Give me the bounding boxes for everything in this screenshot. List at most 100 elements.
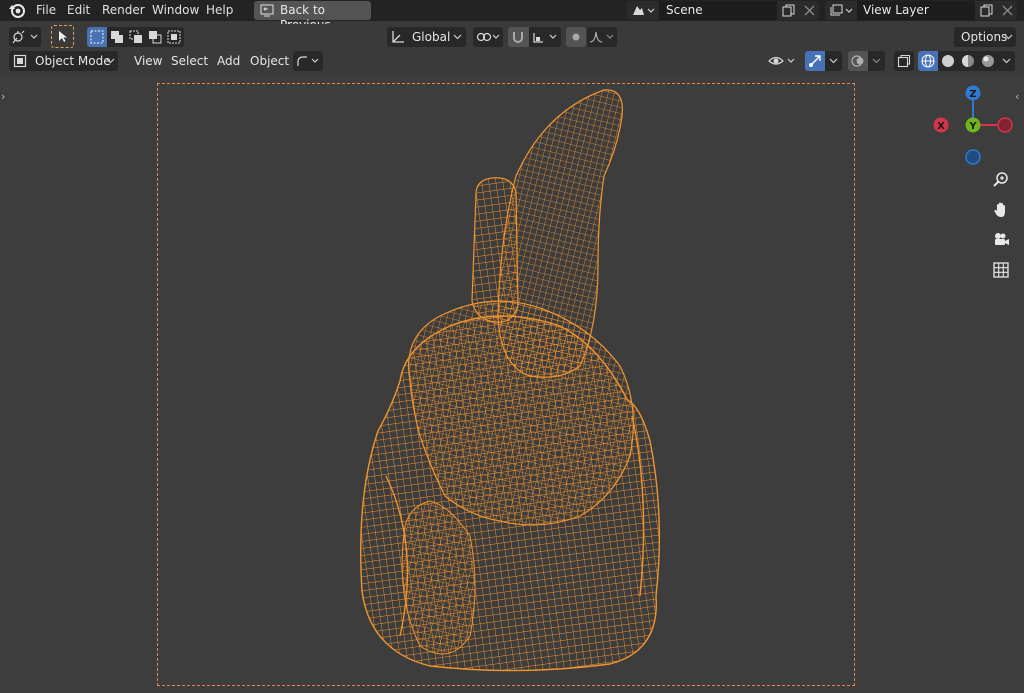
view-menu-label: View (134, 54, 163, 68)
xray-toggle[interactable] (894, 51, 914, 71)
select-mode-new-button[interactable] (87, 27, 107, 47)
toggle-perspective-button[interactable] (988, 257, 1014, 283)
transform-orientation-dropdown[interactable]: Global (387, 27, 466, 47)
visibility-dropdown[interactable] (766, 51, 799, 71)
navigation-gizmo[interactable]: Z X Y (928, 84, 1018, 166)
transform-orientation-icon (392, 31, 404, 43)
shading-wireframe-button[interactable] (918, 51, 938, 71)
snap-target-icon (533, 33, 557, 43)
close-icon (804, 5, 815, 16)
rendered-shading-icon (982, 55, 994, 67)
menu-render[interactable]: Render (102, 3, 145, 18)
options-label: Options (961, 30, 1008, 44)
select-mode-invert-button[interactable] (146, 27, 164, 47)
zoom-button[interactable] (988, 167, 1014, 193)
shading-rendered-button[interactable] (978, 51, 998, 71)
top-menu-bar: File Edit Render Window Help Back to Pre… (0, 0, 1024, 32)
snap-target-dropdown[interactable] (529, 27, 561, 47)
3d-viewport[interactable]: › ‹ Z X Y (0, 76, 1024, 693)
close-icon (1002, 5, 1013, 16)
object-mode-icon (13, 54, 27, 68)
scene-selector-button[interactable] (627, 1, 659, 20)
view-layer-selector-button[interactable] (825, 1, 857, 20)
menu-edit[interactable]: Edit (67, 3, 90, 18)
hand-icon (994, 202, 1005, 217)
editor-type-icon (12, 30, 38, 44)
view-layer-name-field[interactable]: View Layer (857, 1, 975, 20)
back-to-previous-button[interactable]: Back to Previous (254, 1, 371, 32)
gizmo-icon (809, 55, 821, 67)
select-tool-button[interactable] (51, 25, 74, 48)
menu-help[interactable]: Help (206, 3, 233, 18)
select-menu[interactable]: Select (165, 51, 208, 71)
snap-toggle[interactable] (508, 27, 529, 47)
snap-icon (513, 32, 523, 43)
chevron-down-icon (872, 58, 881, 64)
menu-file[interactable]: File (36, 3, 56, 18)
scene-icon (633, 6, 655, 15)
overlay-icon (851, 55, 864, 67)
add-menu[interactable]: Add (212, 51, 242, 71)
axis-neg-z-handle[interactable] (965, 149, 981, 165)
object-menu-label: Object (250, 54, 290, 68)
transform-orientation-label: Global (412, 30, 451, 44)
pivot-point-dropdown[interactable] (473, 27, 503, 47)
chevron-down-icon (1004, 34, 1013, 40)
gizmo-toggle[interactable] (805, 51, 825, 71)
camera-view-button[interactable] (988, 227, 1014, 253)
proportional-icon (572, 33, 580, 41)
select-mode-extend-button[interactable] (108, 27, 126, 47)
overlay-dropdown[interactable] (868, 51, 885, 71)
solid-shading-icon (942, 55, 954, 67)
scene-copy-button[interactable] (777, 1, 799, 20)
select-mode-intersect-button[interactable] (165, 27, 184, 47)
pan-button[interactable] (988, 197, 1014, 223)
chevron-down-icon (106, 58, 115, 64)
scene-name: Scene (666, 3, 703, 17)
view-layer-close-button[interactable] (997, 1, 1017, 20)
view-layer-copy-button[interactable] (975, 1, 997, 20)
gizmo-dropdown[interactable] (825, 51, 842, 71)
camera-icon (995, 233, 1009, 245)
view-menu[interactable]: View (128, 51, 163, 71)
editor-type-button[interactable] (9, 27, 41, 47)
axis-x-label: X (937, 121, 945, 132)
wireframe-mesh[interactable] (0, 76, 1024, 693)
proportional-editing-toggle[interactable] (566, 27, 586, 47)
select-mode-subtract-button[interactable] (127, 27, 145, 47)
scene-close-button[interactable] (799, 1, 819, 20)
viewport-header: Object Mode View Select Add Object (0, 51, 1024, 73)
pivot-icon (476, 32, 500, 42)
chevron-down-icon (453, 34, 462, 40)
material-shading-icon (962, 55, 974, 67)
select-mode-group (87, 27, 184, 47)
overlay-toggle[interactable] (848, 51, 868, 71)
object-menu[interactable]: Object (245, 51, 289, 71)
object-mode-label: Object Mode (35, 54, 111, 68)
shading-mode-group (918, 51, 998, 71)
chevron-down-icon (829, 58, 838, 64)
scene-name-field[interactable]: Scene (659, 1, 777, 20)
back-icon (260, 4, 274, 17)
proportional-falloff-dropdown[interactable] (587, 27, 617, 47)
select-menu-label: Select (171, 54, 209, 68)
object-mode-dropdown[interactable]: Object Mode (9, 51, 118, 71)
select-intersect-icon (167, 30, 181, 44)
axis-neg-x-handle[interactable] (997, 117, 1013, 133)
shading-dropdown[interactable] (998, 51, 1015, 71)
select-extend-icon (111, 31, 123, 43)
curve-icon (297, 56, 319, 66)
xray-icon (897, 54, 911, 68)
select-invert-icon (149, 31, 162, 44)
shading-material-button[interactable] (958, 51, 978, 71)
bunny-head (408, 300, 634, 526)
select-subtract-icon (129, 30, 142, 43)
blender-logo-icon[interactable] (8, 2, 26, 19)
add-menu-label: Add (217, 54, 241, 68)
shading-solid-button[interactable] (938, 51, 958, 71)
view-layer-name: View Layer (863, 3, 929, 17)
menu-window[interactable]: Window (152, 3, 199, 18)
zoom-icon (993, 172, 1008, 187)
options-dropdown[interactable]: Options (954, 27, 1016, 47)
object-options-dropdown[interactable] (293, 51, 323, 71)
